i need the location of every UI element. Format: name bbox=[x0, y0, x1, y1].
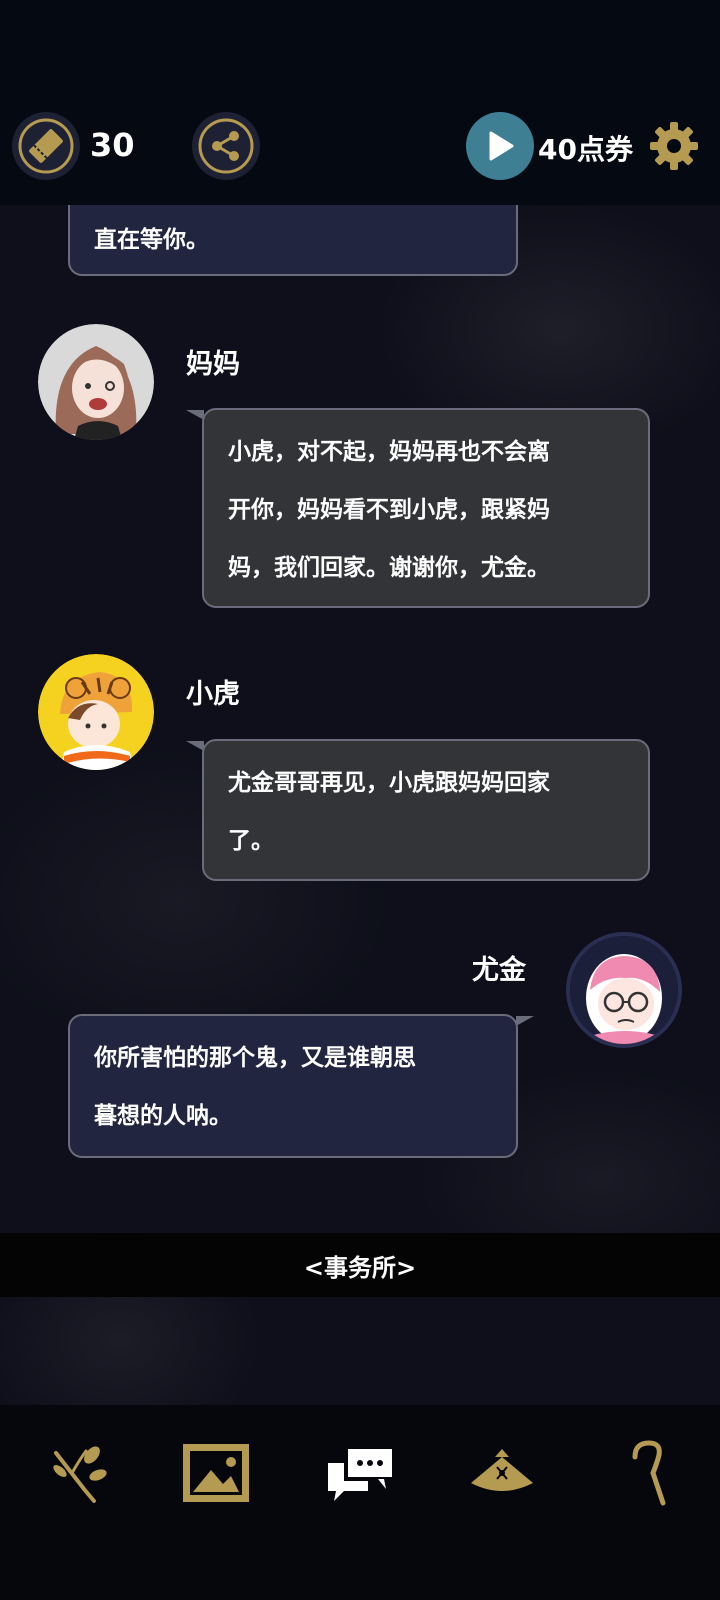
avatar-mom[interactable] bbox=[38, 324, 154, 440]
avatar-eugene[interactable] bbox=[566, 932, 682, 1048]
message-text-line: 了。 bbox=[228, 828, 274, 854]
ticket-count: 30 bbox=[90, 126, 135, 164]
points-label: 40点券 bbox=[538, 133, 633, 166]
play-icon bbox=[489, 131, 514, 161]
share-icon bbox=[198, 118, 254, 174]
message-text-line: 妈，我们回家。谢谢你，尤金。 bbox=[228, 555, 550, 581]
cane-icon bbox=[632, 1440, 666, 1506]
speaker-name: 妈妈 bbox=[186, 349, 240, 380]
share-button[interactable] bbox=[192, 112, 260, 180]
message-text-line: 开你，妈妈看不到小虎，跟紧妈 bbox=[228, 497, 550, 523]
message-bubble: 你所害怕的那个鬼，又是谁朝思 暮想的人呐。 bbox=[68, 1014, 518, 1158]
ticket-icon bbox=[18, 118, 74, 174]
message-bubble: 小虎，对不起，妈妈再也不会离 开你，妈妈看不到小虎，跟紧妈 妈，我们回家。谢谢你… bbox=[202, 408, 650, 608]
chat-icon bbox=[328, 1445, 396, 1501]
speaker-name: 小虎 bbox=[186, 679, 240, 710]
gear-icon bbox=[650, 122, 698, 170]
message-text-line: 你所害怕的那个鬼，又是谁朝思 bbox=[94, 1045, 416, 1071]
nav-hat-button[interactable] bbox=[462, 1433, 542, 1513]
avatar-tiger-boy[interactable] bbox=[38, 654, 154, 770]
speaker-name: 尤金 bbox=[472, 955, 526, 986]
bubble-tail bbox=[516, 1016, 534, 1026]
branch-icon bbox=[53, 1446, 107, 1503]
bottom-nav bbox=[0, 1405, 720, 1600]
nav-cane-button[interactable] bbox=[608, 1433, 688, 1513]
play-video-button[interactable] bbox=[466, 112, 534, 180]
message-bubble: 尤金哥哥再见，小虎跟妈妈回家 了。 bbox=[202, 739, 650, 881]
ticket-button[interactable] bbox=[12, 112, 80, 180]
message-text-line: 小虎，对不起，妈妈再也不会离 bbox=[228, 439, 550, 465]
message-text-line: 暮想的人呐。 bbox=[94, 1103, 232, 1129]
gallery-icon bbox=[183, 1444, 249, 1502]
nav-branch-button[interactable] bbox=[38, 1433, 118, 1513]
nav-gallery-button[interactable] bbox=[176, 1433, 256, 1513]
location-label: <事务所> bbox=[0, 1233, 720, 1297]
settings-button[interactable] bbox=[648, 120, 700, 172]
hat-icon bbox=[471, 1449, 533, 1491]
message-text-line: 尤金哥哥再见，小虎跟妈妈回家 bbox=[228, 770, 550, 796]
nav-chat-button[interactable] bbox=[322, 1433, 402, 1513]
top-bar: 30 40点券 bbox=[0, 0, 720, 205]
